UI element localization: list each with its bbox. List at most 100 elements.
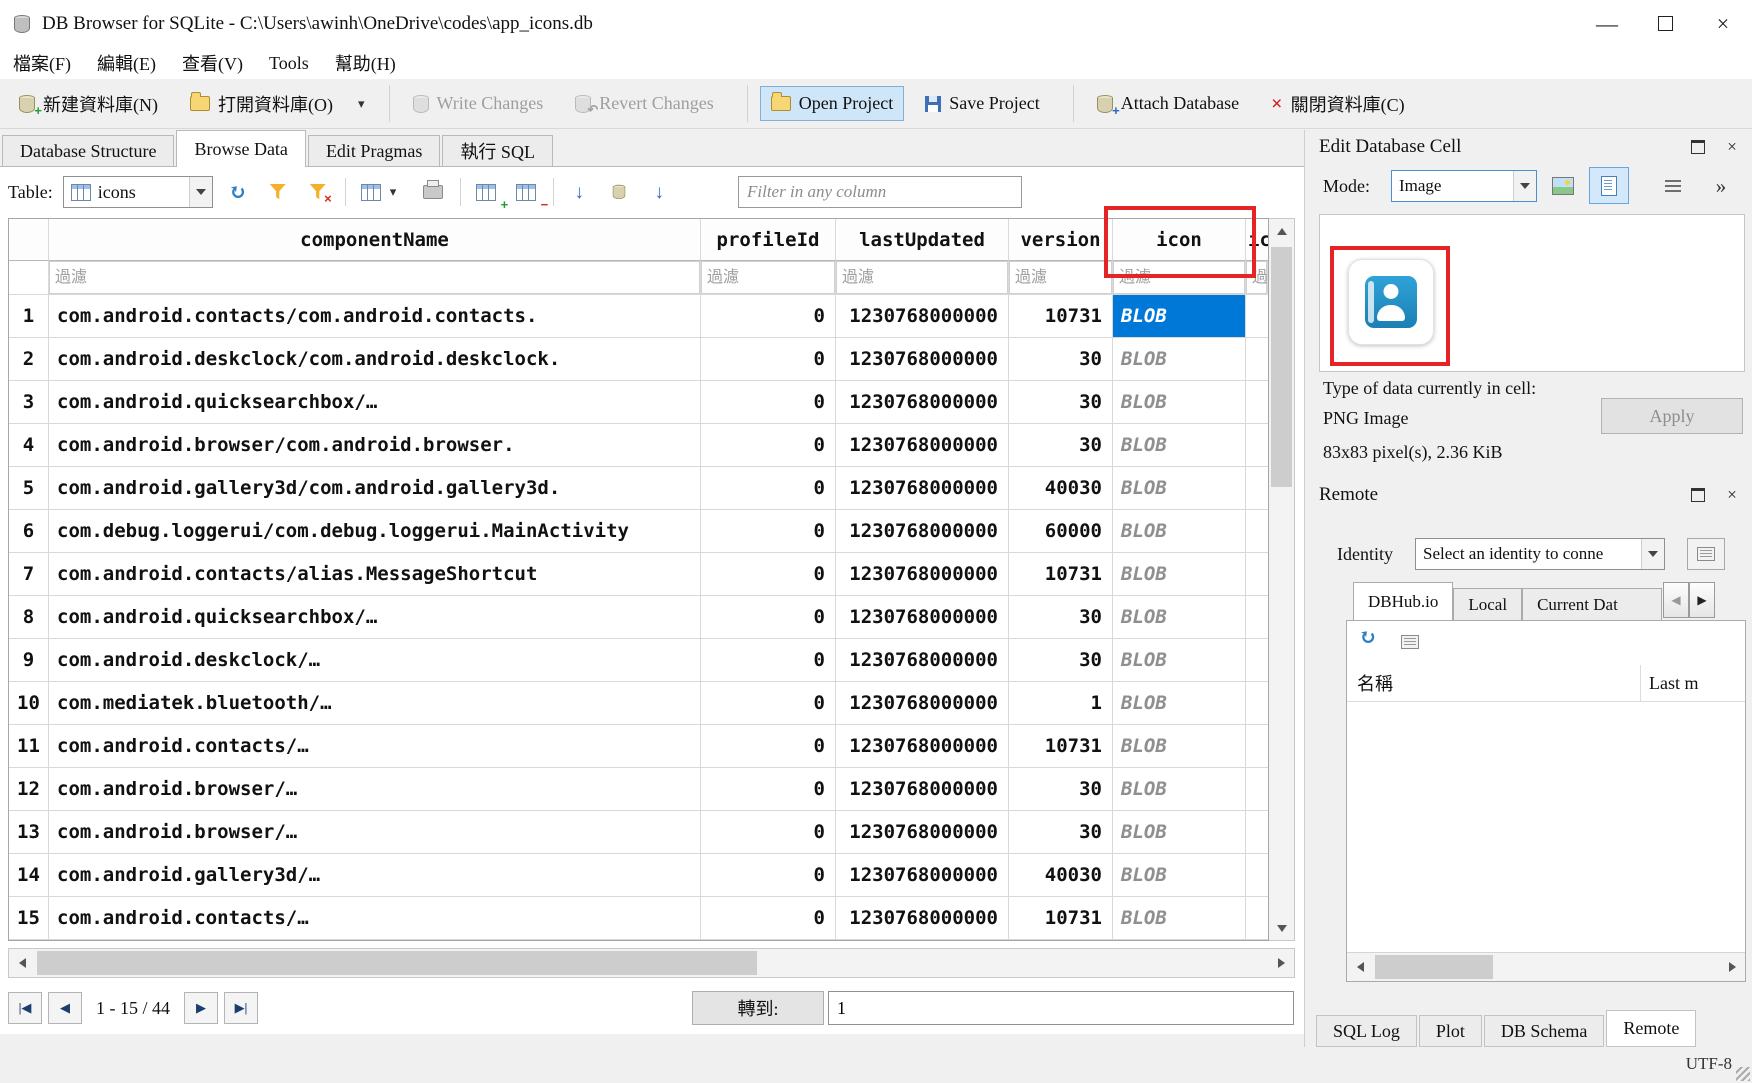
attach-database-button[interactable]: + Attach Database: [1086, 86, 1250, 121]
table-row[interactable]: 3 com.android.quicksearchbox/… 0 1230768…: [9, 381, 1268, 424]
remote-column-name[interactable]: 名稱: [1347, 665, 1641, 701]
table-row[interactable]: 14 com.android.gallery3d/… 0 12307680000…: [9, 854, 1268, 897]
new-database-button[interactable]: + 新建資料庫(N): [8, 84, 169, 124]
cell-icon[interactable]: BLOB: [1113, 639, 1246, 682]
cell-version[interactable]: 40030: [1009, 467, 1113, 510]
word-wrap-button[interactable]: [1655, 170, 1691, 202]
cell-partial[interactable]: [1246, 596, 1268, 639]
cell-componentName[interactable]: com.android.contacts/alias.MessageShortc…: [49, 553, 701, 596]
cell-version[interactable]: 10731: [1009, 725, 1113, 768]
tab-scroll-left-button[interactable]: ◀: [1663, 582, 1689, 618]
cell-icon[interactable]: BLOB: [1113, 596, 1246, 639]
cell-version[interactable]: 10731: [1009, 553, 1113, 596]
cell-profileId[interactable]: 0: [701, 811, 836, 854]
cell-profileId[interactable]: 0: [701, 467, 836, 510]
apply-button[interactable]: Apply: [1601, 398, 1743, 434]
horizontal-scrollbar-thumb[interactable]: [37, 951, 757, 975]
cell-lastUpdated[interactable]: 1230768000000: [836, 639, 1009, 682]
cell-profileId[interactable]: 0: [701, 295, 836, 338]
filter-input-lastUpdated[interactable]: [836, 261, 1009, 295]
table-row[interactable]: 1 com.android.contacts/com.android.conta…: [9, 295, 1268, 338]
menu-file[interactable]: 檔案(F): [0, 50, 84, 76]
cell-icon[interactable]: BLOB: [1113, 338, 1246, 381]
vertical-scrollbar[interactable]: [1269, 218, 1295, 941]
menu-help[interactable]: 幫助(H): [322, 50, 409, 76]
new-record-button[interactable]: +: [471, 177, 501, 207]
identity-select-arrow[interactable]: [1641, 539, 1664, 569]
cell-version[interactable]: 30: [1009, 381, 1113, 424]
open-database-dropdown[interactable]: ▾: [354, 90, 369, 118]
cell-partial[interactable]: [1246, 811, 1268, 854]
scroll-left-button[interactable]: [9, 949, 35, 977]
row-number[interactable]: 3: [9, 381, 49, 424]
cell-icon[interactable]: BLOB: [1113, 854, 1246, 897]
cell-icon[interactable]: BLOB: [1113, 381, 1246, 424]
cell-profileId[interactable]: 0: [701, 682, 836, 725]
open-project-button[interactable]: Open Project: [760, 86, 904, 121]
goto-input[interactable]: [828, 991, 1294, 1025]
table-row[interactable]: 11 com.android.contacts/… 0 123076800000…: [9, 725, 1268, 768]
cell-lastUpdated[interactable]: 1230768000000: [836, 553, 1009, 596]
cell-profileId[interactable]: 0: [701, 768, 836, 811]
row-number[interactable]: 6: [9, 510, 49, 553]
column-header-version[interactable]: version: [1009, 219, 1113, 261]
vertical-scrollbar-thumb[interactable]: [1271, 247, 1292, 487]
cell-componentName[interactable]: com.android.quicksearchbox/…: [49, 596, 701, 639]
cell-lastUpdated[interactable]: 1230768000000: [836, 596, 1009, 639]
cell-lastUpdated[interactable]: 1230768000000: [836, 725, 1009, 768]
cell-lastUpdated[interactable]: 1230768000000: [836, 381, 1009, 424]
tab-edit-pragmas[interactable]: Edit Pragmas: [308, 135, 441, 166]
row-number[interactable]: 10: [9, 682, 49, 725]
more-tools-button[interactable]: »: [1701, 170, 1741, 202]
cell-icon[interactable]: BLOB: [1113, 424, 1246, 467]
cell-version[interactable]: 1: [1009, 682, 1113, 725]
cell-version[interactable]: 30: [1009, 639, 1113, 682]
export-dropdown[interactable]: ▾: [386, 178, 401, 206]
cell-icon[interactable]: BLOB: [1113, 811, 1246, 854]
row-number[interactable]: 11: [9, 725, 49, 768]
cell-profileId[interactable]: 0: [701, 424, 836, 467]
cell-profileId[interactable]: 0: [701, 596, 836, 639]
cell-componentName[interactable]: com.android.browser/…: [49, 811, 701, 854]
table-row[interactable]: 6 com.debug.loggerui/com.debug.loggerui.…: [9, 510, 1268, 553]
cell-partial[interactable]: [1246, 854, 1268, 897]
tab-execute-sql[interactable]: 執行 SQL: [442, 135, 553, 166]
print-button[interactable]: [418, 177, 448, 207]
import-image-button[interactable]: [1545, 170, 1581, 202]
scroll-right-button[interactable]: [1268, 949, 1294, 977]
scroll-up-button[interactable]: [1269, 219, 1294, 243]
first-record-button[interactable]: |◀: [8, 992, 42, 1024]
filter-input-version[interactable]: [1009, 261, 1113, 295]
tab-current-database[interactable]: Current Dat: [1522, 588, 1662, 620]
menu-view[interactable]: 查看(V): [169, 50, 256, 76]
remote-horizontal-scrollbar[interactable]: [1347, 952, 1745, 981]
cell-componentName[interactable]: com.android.browser/com.android.browser.: [49, 424, 701, 467]
cell-profileId[interactable]: 0: [701, 639, 836, 682]
cell-version[interactable]: 10731: [1009, 897, 1113, 940]
row-number[interactable]: 7: [9, 553, 49, 596]
cell-version[interactable]: 30: [1009, 768, 1113, 811]
export-table-button[interactable]: [356, 177, 386, 207]
cell-profileId[interactable]: 0: [701, 553, 836, 596]
cell-componentName[interactable]: com.android.contacts/com.android.contact…: [49, 295, 701, 338]
cell-componentName[interactable]: com.android.browser/…: [49, 768, 701, 811]
cell-profileId[interactable]: 0: [701, 854, 836, 897]
next-record-button[interactable]: ▶: [184, 992, 218, 1024]
cell-partial[interactable]: [1246, 768, 1268, 811]
filter-button[interactable]: [263, 177, 293, 207]
cell-partial[interactable]: [1246, 510, 1268, 553]
remote-scrollbar-thumb[interactable]: [1375, 955, 1493, 979]
minimize-button[interactable]: —: [1578, 0, 1636, 47]
cell-componentName[interactable]: com.android.quicksearchbox/…: [49, 381, 701, 424]
cell-version[interactable]: 10731: [1009, 295, 1113, 338]
tab-remote[interactable]: Remote: [1606, 1010, 1696, 1047]
cell-partial[interactable]: [1246, 338, 1268, 381]
close-database-button[interactable]: × 關閉資料庫(C): [1260, 84, 1415, 124]
remote-column-last-modified[interactable]: Last m: [1641, 665, 1745, 701]
cell-profileId[interactable]: 0: [701, 381, 836, 424]
tab-dbhub[interactable]: DBHub.io: [1353, 582, 1453, 620]
row-number[interactable]: 8: [9, 596, 49, 639]
write-changes-button[interactable]: Write Changes: [402, 86, 555, 121]
cell-lastUpdated[interactable]: 1230768000000: [836, 338, 1009, 381]
row-number[interactable]: 5: [9, 467, 49, 510]
